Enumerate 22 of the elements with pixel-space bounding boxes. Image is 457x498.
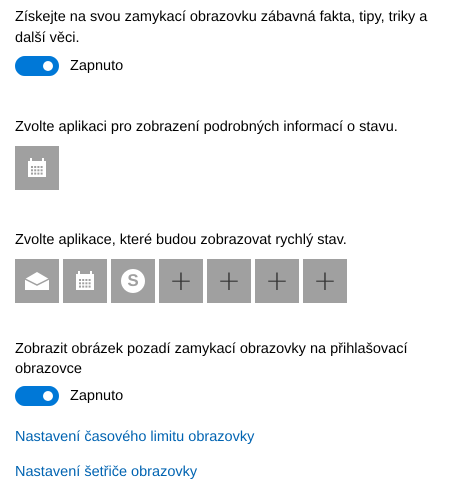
toggle-switch[interactable] bbox=[15, 386, 59, 406]
setting-label: Zvolte aplikace, které budou zobrazovat rychlý stav. bbox=[15, 231, 348, 250]
settings-link[interactable]: Nastavení časového limitu obrazovky bbox=[15, 427, 254, 447]
app-tile[interactable] bbox=[15, 146, 59, 190]
add-app-button[interactable]: + bbox=[207, 259, 251, 303]
app-tile[interactable] bbox=[63, 259, 107, 303]
toggle-label: Zapnuto bbox=[70, 387, 124, 406]
setting-label: Zobrazit obrázek pozadí zamykací obrazovky na přihlašovací obrazovce bbox=[15, 340, 408, 379]
app-tile[interactable]: S bbox=[111, 259, 155, 303]
toggle-switch[interactable] bbox=[15, 56, 59, 76]
calendar-icon bbox=[26, 157, 48, 179]
add-app-button[interactable]: + bbox=[255, 259, 299, 303]
add-app-button[interactable]: + bbox=[303, 259, 347, 303]
app-tile[interactable] bbox=[15, 259, 59, 303]
chat-logo: S bbox=[121, 269, 145, 293]
setting-label: Získejte na svou zamykací obrazovku zábavná fakta, tipy, triky a další věci. bbox=[15, 8, 428, 48]
settings-link[interactable]: Nastavení šetřiče obrazovky bbox=[15, 462, 198, 482]
setting-label: Zvolte aplikaci pro zobrazení podrobných informací o stavu. bbox=[15, 118, 399, 137]
calendar-icon bbox=[74, 270, 96, 292]
toggle-label: Zapnuto bbox=[70, 57, 124, 76]
envelope-icon bbox=[24, 271, 50, 291]
add-app-button[interactable]: + bbox=[159, 259, 203, 303]
